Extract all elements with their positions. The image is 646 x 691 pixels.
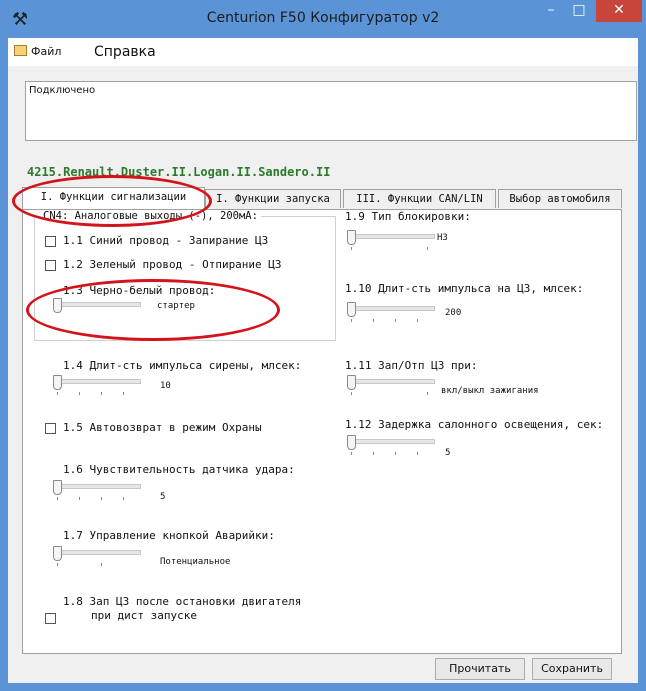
maximize-button[interactable]: □ (566, 0, 592, 22)
client-area: Файл Справка Подключено 4215.Renault.Dus… (8, 38, 638, 683)
save-button[interactable]: Сохранить (532, 658, 612, 680)
slider-thumb[interactable] (53, 375, 62, 390)
slider-thumb[interactable] (53, 480, 62, 495)
alarm-functions-panel: CN4: Аналоговые выходы (-), 200мА: 1.1 С… (22, 209, 622, 654)
label-1-2: 1.2 Зеленый провод - Отпирание ЦЗ (63, 258, 282, 271)
label-1-11: 1.11 Зап/Отп ЦЗ при: (345, 359, 478, 372)
tab-start-functions[interactable]: I. Функции запуска (205, 189, 341, 208)
close-button[interactable]: ✕ (596, 0, 642, 22)
checkbox-1-1[interactable] (45, 236, 56, 247)
slider-1-4[interactable] (53, 375, 143, 395)
value-1-4: 10 (160, 381, 171, 391)
slider-1-11[interactable] (347, 375, 437, 395)
label-1-7: 1.7 Управление кнопкой Аварийки: (63, 529, 275, 542)
tab-can-lin-functions[interactable]: III. Функции CAN/LIN (343, 189, 496, 208)
label-1-4: 1.4 Длит-сть импульса сирены, млсек: (63, 359, 302, 372)
menu-file-label: Файл (31, 45, 62, 58)
slider-1-7[interactable] (53, 546, 143, 566)
checkbox-1-5[interactable] (45, 423, 56, 434)
menu-bar: Файл Справка (8, 38, 638, 66)
value-1-9: НЗ (437, 233, 448, 243)
tab-car-select[interactable]: Выбор автомобиля (498, 189, 622, 208)
slider-thumb[interactable] (53, 546, 62, 561)
label-1-8-line1: 1.8 Зап ЦЗ после остановки двигателя (63, 595, 302, 608)
label-1-6: 1.6 Чувствительность датчика удара: (63, 463, 295, 476)
slider-1-10[interactable] (347, 302, 437, 322)
title-bar[interactable]: ⚒ Centurion F50 Конфигуратор v2 – □ ✕ (0, 0, 646, 38)
status-textbox[interactable]: Подключено (25, 81, 637, 141)
slider-1-9[interactable] (347, 230, 437, 250)
menu-help[interactable]: Справка (94, 44, 156, 60)
label-1-8-line2: при дист запуске (91, 609, 197, 622)
slider-thumb[interactable] (347, 375, 356, 390)
value-1-6: 5 (160, 492, 166, 502)
highlight-ellipse-tab (12, 175, 212, 227)
slider-1-12[interactable] (347, 435, 437, 455)
slider-thumb[interactable] (347, 435, 356, 450)
status-text: Подключено (29, 85, 96, 96)
highlight-ellipse-option (26, 279, 280, 341)
minimize-button[interactable]: – (538, 0, 564, 22)
slider-thumb[interactable] (347, 302, 356, 317)
slider-1-6[interactable] (53, 480, 143, 500)
label-1-10: 1.10 Длит-сть импульса на ЦЗ, млсек: (345, 282, 584, 295)
value-1-11: вкл/выкл зажигания (441, 386, 539, 396)
value-1-12: 5 (445, 448, 451, 458)
read-button[interactable]: Прочитать (435, 658, 525, 680)
label-1-5: 1.5 Автовозврат в режим Охраны (63, 421, 262, 434)
app-window: ⚒ Centurion F50 Конфигуратор v2 – □ ✕ Фа… (0, 0, 646, 691)
checkbox-1-8[interactable] (45, 613, 56, 624)
value-1-10: 200 (445, 308, 462, 318)
label-1-12: 1.12 Задержка салонного освещения, сек: (345, 418, 604, 431)
value-1-7: Потенциальное (160, 557, 231, 567)
label-1-9: 1.9 Тип блокировки: (345, 210, 471, 223)
menu-file[interactable]: Файл (14, 45, 61, 58)
slider-thumb[interactable] (347, 230, 356, 245)
label-1-1: 1.1 Синий провод - Запирание ЦЗ (63, 234, 269, 247)
checkbox-1-2[interactable] (45, 260, 56, 271)
briefcase-icon (14, 45, 27, 56)
